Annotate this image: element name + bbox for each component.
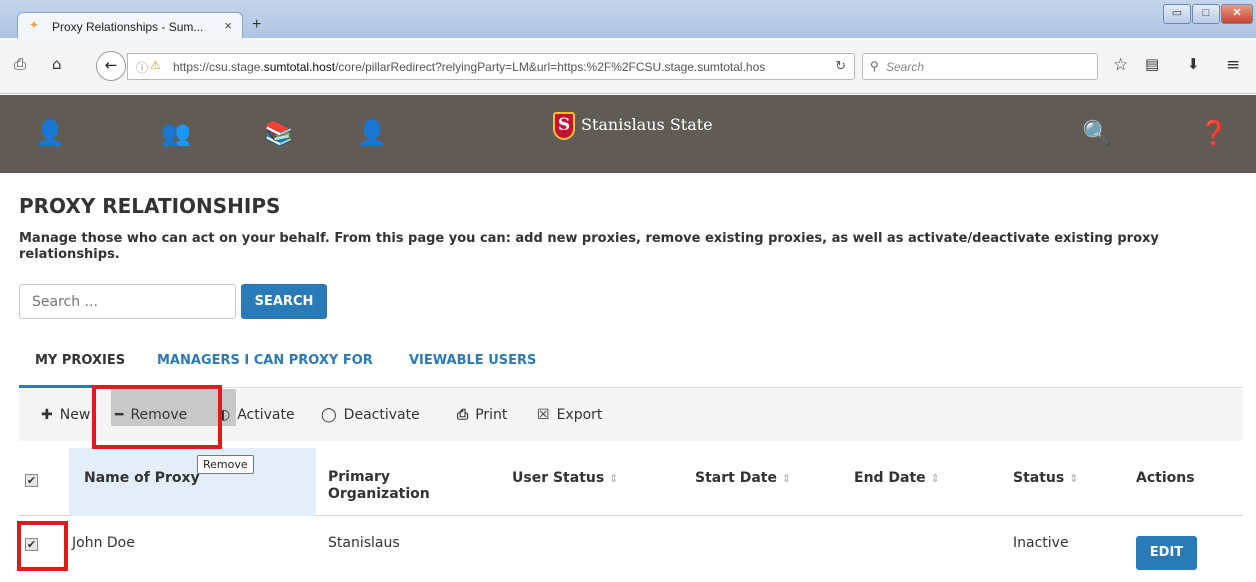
browser-navbar: ⎙ ⌂ ← ⓘ ⚠ https://csu.stage.sumtotal.hos…	[0, 38, 1256, 94]
window-close-button[interactable]: ✕	[1221, 4, 1253, 24]
browser-search-placeholder: Search	[886, 60, 925, 74]
remove-tooltip: Remove	[197, 455, 254, 474]
search-input[interactable]	[19, 284, 236, 319]
select-all-checkbox[interactable]: ✔	[25, 474, 38, 487]
sort-icon: ⇕	[1069, 472, 1079, 485]
status-label: Status	[1013, 470, 1065, 486]
reload-icon[interactable]: ↻	[835, 58, 846, 74]
back-arrow-icon: ←	[104, 56, 118, 74]
activate-label: Activate	[237, 407, 295, 423]
row-checkbox-highlight-box	[17, 521, 68, 571]
sort-icon: ⇕	[781, 472, 792, 485]
home-icon[interactable]: ⌂	[52, 55, 62, 73]
url-text: https://csu.stage.sumtotal.host/core/pil…	[173, 60, 766, 74]
tab-viewable-users[interactable]: VIEWABLE USERS	[409, 353, 536, 368]
page-description: Manage those who can act on your behalf.…	[19, 231, 1159, 262]
window-maximize-button[interactable]: □	[1192, 4, 1220, 24]
lock-warning-icon: ⚠	[150, 58, 161, 72]
browser-titlebar: ✦ Proxy Relationships - Sum... × + ▭ □ ✕	[0, 0, 1256, 40]
tab-managers-i-can-proxy-for[interactable]: MANAGERS I CAN PROXY FOR	[157, 353, 373, 368]
search-icon: ⚲	[870, 59, 879, 73]
start-date-label: Start Date	[695, 470, 777, 486]
print-label: Print	[475, 407, 508, 423]
end-date-label: End Date	[854, 470, 926, 486]
print-icon[interactable]: ⎙	[14, 55, 26, 73]
favicon-icon: ✦	[29, 18, 40, 32]
printer-icon: ⎙	[457, 407, 469, 423]
column-actions: Actions	[1136, 470, 1195, 486]
column-org-line2: Organization	[328, 486, 430, 502]
table-row: ✔ John Doe Stanislaus Inactive EDIT	[19, 517, 1243, 582]
info-icon: ⓘ	[136, 61, 149, 75]
back-button[interactable]: ←	[96, 51, 126, 81]
plus-icon: ✚	[41, 407, 53, 423]
new-button[interactable]: ✚ New	[41, 407, 90, 423]
proxy-name: John Doe	[72, 535, 135, 551]
new-tab-button[interactable]: +	[252, 16, 261, 34]
logo-text: Stanislaus State	[581, 115, 713, 134]
deactivate-label: Deactivate	[343, 407, 420, 423]
help-icon[interactable]: ❓	[1199, 119, 1229, 147]
tab-my-proxies[interactable]: MY PROXIES	[35, 353, 125, 368]
column-status[interactable]: Status ⇕	[1013, 470, 1078, 487]
user-icon[interactable]: 👤	[35, 119, 65, 147]
column-org-line1: Primary	[328, 469, 391, 485]
tab-title: Proxy Relationships - Sum...	[52, 20, 204, 34]
search-icon[interactable]: 🔍	[1082, 119, 1112, 147]
column-name-of-proxy[interactable]: Name of Proxy	[84, 470, 200, 487]
proxy-status: Inactive	[1013, 535, 1069, 551]
toggle-off-icon: ◯	[321, 407, 337, 423]
browser-search-input[interactable]: ⚲ Search	[862, 53, 1098, 80]
url-bar[interactable]: ⓘ ⚠ https://csu.stage.sumtotal.host/core…	[127, 53, 855, 80]
bookmark-star-icon[interactable]: ☆	[1113, 55, 1128, 75]
column-user-status[interactable]: User Status ⇕	[512, 470, 618, 487]
print-button[interactable]: ⎙ Print	[457, 407, 507, 423]
search-button[interactable]: SEARCH	[241, 284, 327, 319]
reading-list-icon[interactable]: ▤	[1145, 55, 1159, 73]
proxy-tabs: MY PROXIES MANAGERS I CAN PROXY FOR VIEW…	[19, 350, 1243, 388]
page-title: PROXY RELATIONSHIPS	[19, 194, 281, 218]
export-label: Export	[556, 407, 603, 423]
column-start-date[interactable]: Start Date ⇕	[695, 470, 791, 487]
proxy-organization: Stanislaus	[328, 535, 400, 551]
column-primary-organization[interactable]: Primary Organization	[328, 469, 430, 503]
shield-logo-icon: S	[553, 112, 575, 140]
export-button[interactable]: ☒ Export	[537, 407, 602, 423]
team-icon[interactable]: 👥	[161, 119, 191, 147]
deactivate-button[interactable]: ◯ Deactivate	[321, 407, 420, 423]
tab-close-icon[interactable]: ×	[224, 18, 232, 33]
window-minimize-button[interactable]: ▭	[1163, 4, 1191, 24]
sort-icon: ⇕	[930, 472, 940, 485]
user-status-label: User Status	[512, 470, 605, 486]
app-header: 👤 👥 📚 👤 S Stanislaus State 🔍 ❓	[0, 95, 1256, 173]
new-label: New	[59, 407, 91, 423]
user-settings-icon[interactable]: 👤	[357, 119, 387, 147]
activate-button[interactable]: ◐ Activate	[218, 407, 295, 423]
edit-button[interactable]: EDIT	[1136, 536, 1197, 570]
download-icon[interactable]: ⬇	[1187, 55, 1200, 73]
column-end-date[interactable]: End Date ⇕	[854, 470, 940, 487]
menu-icon[interactable]: ≡	[1226, 55, 1240, 75]
remove-highlight-box	[92, 385, 222, 449]
excel-export-icon: ☒	[537, 407, 550, 423]
browser-tab[interactable]: ✦ Proxy Relationships - Sum... ×	[17, 12, 243, 40]
sort-icon: ⇕	[609, 472, 619, 485]
library-icon[interactable]: 📚	[264, 119, 294, 147]
